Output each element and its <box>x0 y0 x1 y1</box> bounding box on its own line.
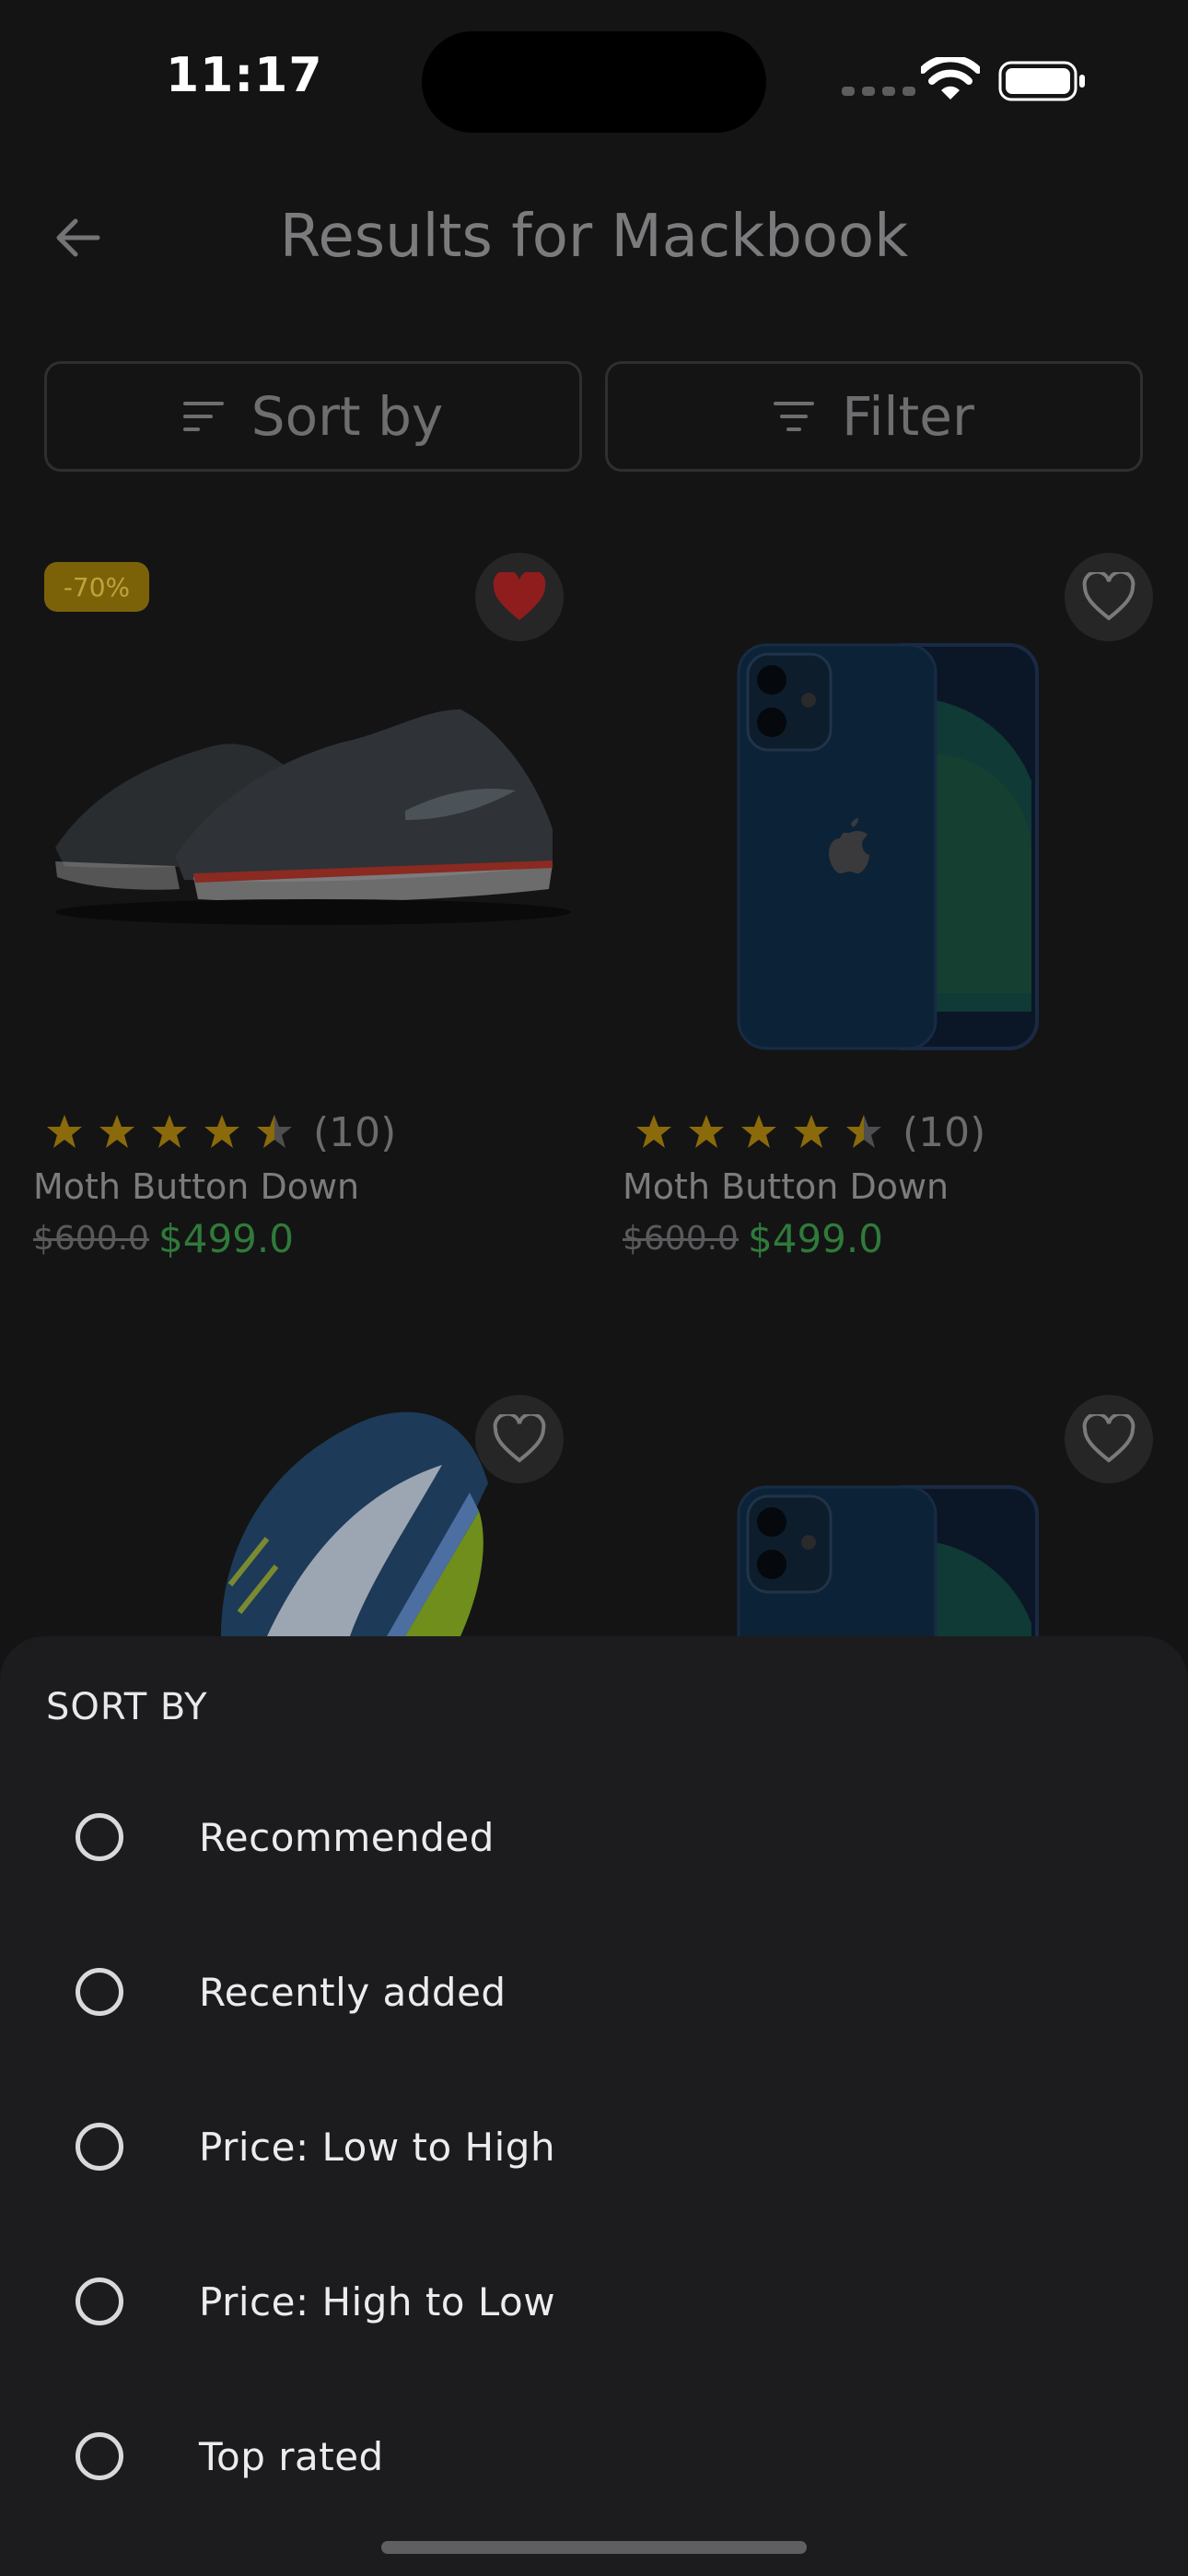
status-time: 11:17 <box>166 48 323 103</box>
review-count: (10) <box>903 1109 986 1156</box>
sort-option-label: Price: Low to High <box>199 2124 556 2170</box>
rating-stars: (10) <box>634 1109 985 1156</box>
sort-option-label: Top rated <box>199 2433 384 2479</box>
radio-button[interactable] <box>76 2432 123 2480</box>
discount-badge: -70% <box>44 562 149 612</box>
cellular-signal-icon <box>842 87 915 96</box>
sale-price: $499.0 <box>158 1216 294 1261</box>
favorite-button[interactable] <box>475 553 564 641</box>
product-image-sneaker <box>55 709 571 925</box>
sort-option-price-low-high[interactable]: Price: Low to High <box>0 2073 1188 2220</box>
sort-option-label: Recently added <box>199 1969 507 2015</box>
heart-filled-icon <box>493 572 546 620</box>
product-name: Moth Button Down <box>33 1166 360 1207</box>
favorite-button[interactable] <box>1065 553 1153 641</box>
sort-option-price-high-low[interactable]: Price: High to Low <box>0 2228 1188 2375</box>
sheet-title: SORT BY <box>46 1686 208 1728</box>
sale-price: $499.0 <box>748 1216 883 1261</box>
sort-option-top-rated[interactable]: Top rated <box>0 2383 1188 2530</box>
sort-button[interactable]: Sort by <box>44 361 582 472</box>
dynamic-island <box>422 31 766 133</box>
home-indicator[interactable] <box>381 2541 807 2554</box>
wifi-icon <box>921 57 980 100</box>
original-price: $600.0 <box>33 1220 149 1258</box>
sort-option-label: Recommended <box>199 1814 495 1860</box>
rating-stars: (10) <box>44 1109 396 1156</box>
sort-by-sheet: SORT BY Recommended Recently added Price… <box>0 1636 1188 2576</box>
page-title: Results for Mackbook <box>279 203 909 271</box>
original-price: $600.0 <box>623 1220 739 1258</box>
sort-option-recently-added[interactable]: Recently added <box>0 1918 1188 2066</box>
results-header: Results for Mackbook <box>0 184 1188 304</box>
status-bar: 11:17 <box>0 0 1188 157</box>
sort-icon <box>182 402 224 431</box>
favorite-button[interactable] <box>1065 1395 1153 1483</box>
filter-button[interactable]: Filter <box>605 361 1143 472</box>
stars-icon <box>47 1114 292 1148</box>
filter-button-label: Filter <box>842 385 974 448</box>
radio-button[interactable] <box>76 2277 123 2325</box>
sort-option-label: Price: High to Low <box>199 2278 556 2324</box>
radio-button[interactable] <box>76 2123 123 2171</box>
sort-button-label: Sort by <box>250 385 444 448</box>
stars-icon <box>636 1114 881 1148</box>
radio-button[interactable] <box>76 1968 123 2016</box>
product-image-phone <box>737 1485 1039 1636</box>
heart-outline-icon <box>1082 572 1136 621</box>
radio-button[interactable] <box>76 1813 123 1861</box>
sort-option-recommended[interactable]: Recommended <box>0 1763 1188 1911</box>
product-image-phone <box>737 643 1039 1050</box>
heart-outline-icon <box>1082 1414 1136 1463</box>
product-image-sneaker <box>221 1411 488 1636</box>
review-count: (10) <box>313 1109 397 1156</box>
battery-icon <box>998 61 1085 101</box>
heart-outline-icon <box>493 1414 546 1463</box>
product-name: Moth Button Down <box>623 1166 949 1207</box>
filter-icon <box>774 402 815 431</box>
